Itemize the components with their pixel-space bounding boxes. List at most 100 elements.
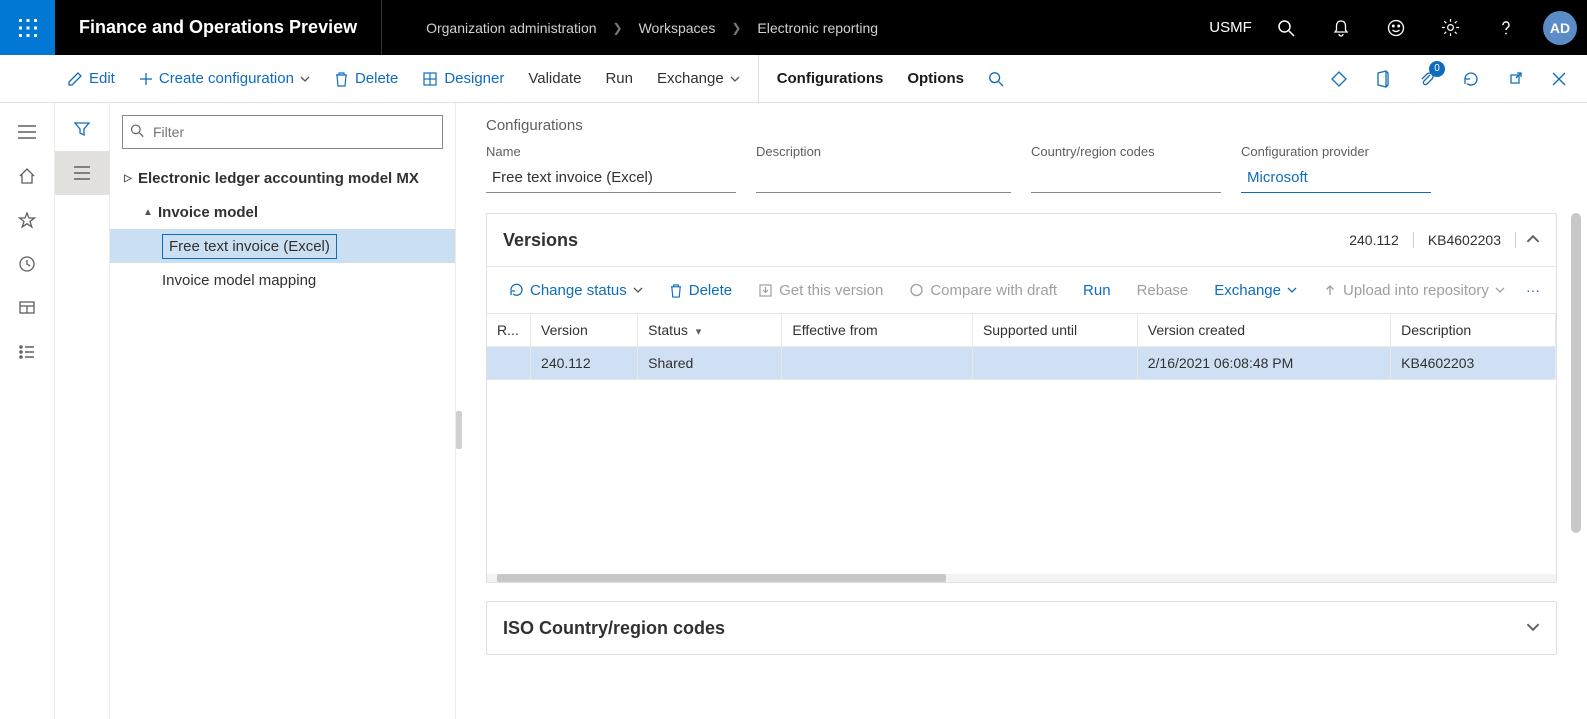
tree-filter-input[interactable] [122,115,443,149]
cell-description: KB4602203 [1391,347,1556,380]
rail-workspaces-button[interactable] [5,289,49,327]
versions-header[interactable]: Versions 240.112 KB4602203 [487,214,1556,266]
versions-exchange-label: Exchange [1214,282,1281,299]
create-configuration-button[interactable]: Create configuration [127,55,322,103]
name-label: Name [486,144,736,159]
versions-more-button[interactable]: ··· [1520,282,1546,298]
upload-repository-button: Upload into repository [1311,266,1517,314]
chevron-right-icon: ▷ [118,173,138,184]
name-field[interactable]: Free text invoice (Excel) [486,163,736,193]
rail-modules-button[interactable] [5,333,49,371]
iso-title: ISO Country/region codes [503,618,1516,639]
cell-supported [972,347,1137,380]
options-label: Options [907,70,964,87]
plus-icon [139,72,153,86]
office-icon [1375,70,1391,88]
configurations-label: Configurations [777,70,884,87]
rail-recent-button[interactable] [5,245,49,283]
app-title: Finance and Operations Preview [55,0,382,55]
page-search-button[interactable] [976,55,1016,103]
edit-button[interactable]: Edit [55,55,127,103]
column-header-effective[interactable]: Effective from [782,314,973,347]
versions-delete-button[interactable]: Delete [657,266,744,314]
close-button[interactable] [1539,59,1579,99]
tree-item[interactable]: ▷ Electronic ledger accounting model MX [110,161,455,195]
bell-icon [1332,19,1350,37]
breadcrumb: Organization administration ❯ Workspaces… [382,20,1203,36]
breadcrumb-item[interactable]: Organization administration [422,20,600,36]
configurations-tab[interactable]: Configurations [758,55,896,103]
options-tab[interactable]: Options [895,55,976,103]
notifications-button[interactable] [1313,0,1368,55]
column-header-description[interactable]: Description [1391,314,1556,347]
table-row[interactable]: 240.112 Shared 2/16/2021 06:08:48 PM KB4… [487,347,1556,380]
edit-label: Edit [89,70,115,87]
search-button[interactable] [1258,0,1313,55]
tree-item[interactable]: ▲ Invoice model [110,195,455,229]
feedback-button[interactable] [1368,0,1423,55]
scrollbar-thumb[interactable] [1571,213,1581,533]
run-button[interactable]: Run [593,55,645,103]
popout-button[interactable] [1495,59,1535,99]
versions-exchange-button[interactable]: Exchange [1202,266,1309,314]
horizontal-scrollbar[interactable] [487,574,1556,582]
exchange-label: Exchange [657,70,724,87]
provider-link[interactable]: Microsoft [1241,163,1431,193]
exchange-button[interactable]: Exchange [645,55,752,103]
breadcrumb-item[interactable]: Workspaces [635,20,720,36]
column-header-status[interactable]: Status ▾ [638,314,782,347]
top-header: Finance and Operations Preview Organizat… [0,0,1587,55]
help-button[interactable] [1478,0,1533,55]
vertical-scrollbar[interactable] [1571,213,1581,699]
filter-tab-button[interactable] [55,107,110,151]
cell-version: 240.112 [531,347,638,380]
user-avatar[interactable]: AD [1543,11,1577,45]
column-header-r[interactable]: R... [487,314,531,347]
change-status-button[interactable]: Change status [497,266,655,314]
breadcrumb-item[interactable]: Electronic reporting [753,20,882,36]
waffle-icon [19,19,37,37]
nav-rail [0,103,55,719]
chevron-down-icon [1287,285,1297,295]
rail-menu-button[interactable] [5,113,49,151]
validate-button[interactable]: Validate [516,55,593,103]
run-label: Run [605,70,633,87]
chevron-up-icon[interactable] [1526,232,1540,249]
description-field[interactable] [756,163,1011,193]
delete-button[interactable]: Delete [322,55,410,103]
compare-draft-button: Compare with draft [897,266,1069,314]
attachments-button[interactable]: 0 [1407,59,1447,99]
refresh-button[interactable] [1451,59,1491,99]
tree-item[interactable]: Invoice model mapping [110,263,455,297]
column-header-version[interactable]: Version [531,314,638,347]
rail-home-button[interactable] [5,157,49,195]
versions-run-button[interactable]: Run [1071,266,1123,314]
search-icon [1277,19,1295,37]
attachments-badge: 0 [1429,61,1445,77]
upload-repository-label: Upload into repository [1343,282,1489,299]
description-label: Description [756,144,1011,159]
diamond-button[interactable] [1319,59,1359,99]
app-launcher-button[interactable] [0,0,55,55]
designer-label: Designer [444,70,504,87]
iso-header[interactable]: ISO Country/region codes [487,602,1556,654]
country-codes-field[interactable] [1031,163,1221,193]
chevron-down-icon[interactable] [1526,620,1540,637]
chevron-down-icon: ▲ [138,207,158,218]
cycle-icon [509,283,524,298]
rail-favorites-button[interactable] [5,201,49,239]
company-selector[interactable]: USMF [1203,0,1258,55]
designer-button[interactable]: Designer [410,55,516,103]
settings-button[interactable] [1423,0,1478,55]
versions-delete-label: Delete [689,282,732,299]
filter-icon: ▾ [696,326,702,338]
tree-item-selected[interactable]: Free text invoice (Excel) [110,229,455,263]
column-header-created[interactable]: Version created [1137,314,1390,347]
chevron-right-icon: ❯ [601,21,635,35]
office-button[interactable] [1363,59,1403,99]
create-configuration-label: Create configuration [159,70,294,87]
scrollbar-thumb[interactable] [497,574,946,582]
column-header-supported[interactable]: Supported until [972,314,1137,347]
list-tab-button[interactable] [55,151,110,195]
cell-status: Shared [638,347,782,380]
